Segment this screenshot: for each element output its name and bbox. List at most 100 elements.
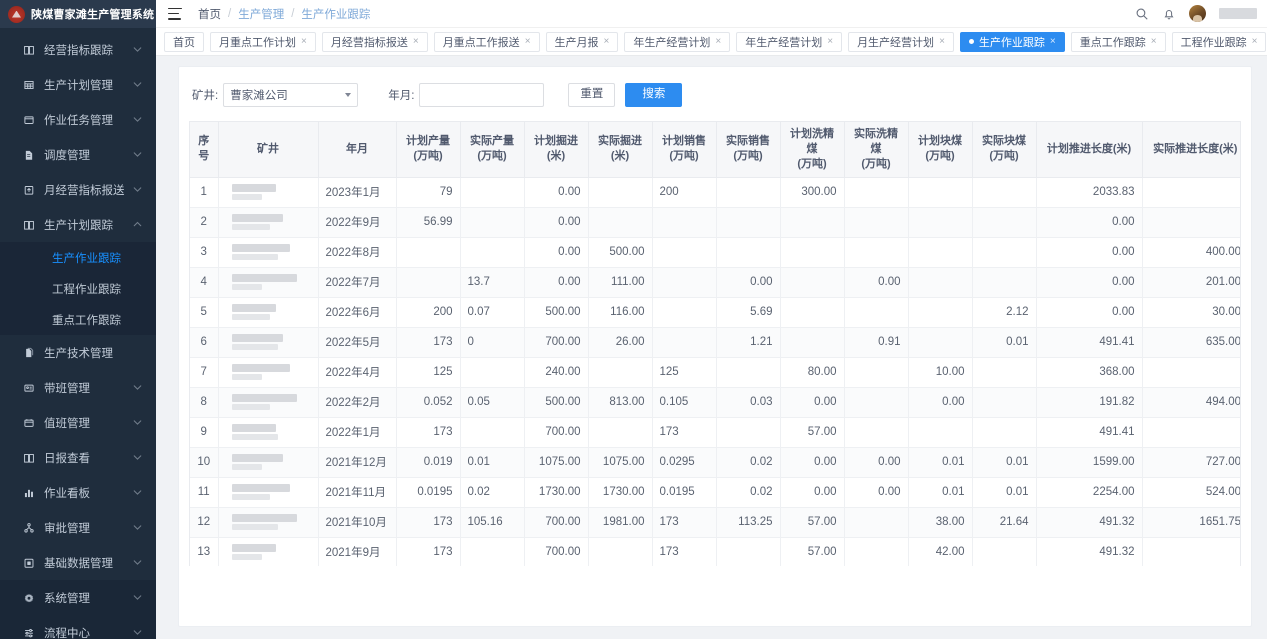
tab-月生产经营计划[interactable]: 月生产经营计划 × [848,31,954,52]
cell-c2: 0 [460,327,525,358]
cell-year-month[interactable]: 2022年5月 [318,327,397,358]
sidebar-item-调度管理[interactable]: 调度管理 [0,137,156,172]
book-icon [22,43,35,56]
cell-c12 [1142,417,1240,448]
search-icon[interactable] [1135,7,1149,21]
tab-生产月报[interactable]: 生产月报 × [545,31,619,52]
table-row[interactable]: 9 2022年1月 173 700.00 173 57.00 491.41 [190,417,1240,448]
table-row[interactable]: 4 2022年7月 13.7 0.00 111.00 0.00 0.00 0.00 201.00 [190,267,1240,298]
tab-年生产经营计划[interactable]: 年生产经营计划 × [736,31,843,52]
cell-c2: 0.07 [460,297,525,328]
cell-c7: 0.00 [780,387,845,418]
cell-year-month[interactable]: 2021年9月 [318,537,397,566]
cell-mine-redacted [218,417,319,448]
sidebar-item-审批管理[interactable]: 审批管理 [0,510,156,545]
close-icon[interactable]: × [525,36,531,47]
sidebar-subitem-生产作业跟踪[interactable]: 生产作业跟踪 [0,242,156,273]
cell-c11: 1599.00 [1036,447,1143,478]
table-row[interactable]: 5 2022年6月 200 0.07 500.00 116.00 5.69 2.12 0.00 3… [190,297,1240,328]
breadcrumb-item-current[interactable]: 生产作业跟踪 [301,6,370,22]
cell-c10 [972,357,1037,388]
table-row[interactable]: 12 2021年10月 173 105.16 700.00 1981.00 173 113.2… [190,507,1240,538]
cell-year-month[interactable]: 2022年8月 [318,237,397,268]
tab-首页[interactable]: 首页 [164,31,204,52]
mine-select[interactable]: 曹家滩公司 [223,83,359,107]
cell-year-month[interactable]: 2022年9月 [318,207,397,238]
reset-button[interactable]: 重置 [568,83,616,107]
close-icon[interactable]: × [939,36,945,47]
cell-c9: 42.00 [908,537,973,566]
close-icon[interactable]: × [715,36,721,47]
sidebar-item-生产技术管理[interactable]: 生产技术管理 [0,335,156,370]
tab-月重点工作计划[interactable]: 月重点工作计划 × [210,31,316,52]
table-row[interactable]: 8 2022年2月 0.052 0.05 500.00 813.00 0.105 0.03 0.… [190,387,1240,418]
bell-icon[interactable] [1162,7,1176,21]
cell-year-month[interactable]: 2023年1月 [318,177,397,208]
table-row[interactable]: 7 2022年4月 125 240.00 125 80.00 10.00 368.00 [190,357,1240,388]
sidebar-item-生产计划管理[interactable]: 生产计划管理 [0,67,156,102]
sidebar-subitem-工程作业跟踪[interactable]: 工程作业跟踪 [0,273,156,304]
sidebar-item-流程中心[interactable]: 流程中心 [0,615,156,639]
tab-生产作业跟踪-active[interactable]: 生产作业跟踪 × [959,31,1065,52]
sidebar-item-带班管理[interactable]: 带班管理 [0,370,156,405]
cell-year-month[interactable]: 2021年11月 [318,477,397,508]
cell-c4 [588,357,653,388]
bar-chart-icon [22,486,35,499]
production-tracking-table: 序号 矿井 年月 计划产量 (万吨) 实际产量 (万吨) 计划掘进 (米) 实际掘进 (米) 计划销售… [190,122,1240,566]
cell-c4: 116.00 [588,297,653,328]
table-row[interactable]: 13 2021年9月 173 700.00 173 57.00 42.00 491.32 [190,537,1240,566]
cell-year-month[interactable]: 2022年6月 [318,297,397,328]
tab-label: 月生产经营计划 [857,36,935,49]
close-icon[interactable]: × [1252,36,1258,47]
close-icon[interactable]: × [413,36,419,47]
cell-year-month[interactable]: 2022年1月 [318,417,397,448]
sidebar-item-月经营指标报送[interactable]: 月经营指标报送 [0,172,156,207]
sidebar-item-作业看板[interactable]: 作业看板 [0,475,156,510]
close-icon[interactable]: × [1151,36,1157,47]
tab-月经营指标报送[interactable]: 月经营指标报送 × [321,31,428,52]
tab-重点工作跟踪[interactable]: 重点工作跟踪 × [1070,31,1166,52]
cell-year-month[interactable]: 2021年10月 [318,507,397,538]
table-row[interactable]: 2 2022年9月 56.99 0.00 0.00 [190,207,1240,238]
month-input[interactable] [419,83,545,107]
cell-c4 [588,177,653,208]
cell-year-month[interactable]: 2022年4月 [318,357,397,388]
cell-c6 [716,207,781,238]
table-row[interactable]: 1 2023年1月 79 0.00 200 300.00 2033.83 [190,177,1240,208]
table-row[interactable]: 3 2022年8月 0.00 500.00 0.00 400.00 [190,237,1240,268]
tab-年生产经营计划[interactable]: 年生产经营计划 × [624,31,731,52]
close-icon[interactable]: × [604,36,610,47]
sidebar-subitem-重点工作跟踪[interactable]: 重点工作跟踪 [0,304,156,335]
table-row[interactable]: 11 2021年11月 0.0195 0.02 1730.00 1730.00 0.0195… [190,477,1240,508]
chevron-down-icon [133,45,142,54]
table-row[interactable]: 6 2022年5月 173 0 700.00 26.00 1.21 0.91 0.01 491.4… [190,327,1240,358]
close-icon[interactable]: × [301,36,307,47]
table-row[interactable]: 10 2021年12月 0.019 0.01 1075.00 1075.00 0.0295 0… [190,447,1240,478]
breadcrumb-item-production[interactable]: 生产管理 [238,6,284,22]
cell-year-month[interactable]: 2022年2月 [318,387,397,418]
sidebar-item-经营指标跟踪[interactable]: 经营指标跟踪 [0,32,156,67]
sidebar-item-日报查看[interactable]: 日报查看 [0,440,156,475]
tab-月重点工作报送[interactable]: 月重点工作报送 × [433,31,540,52]
close-icon[interactable]: × [827,36,833,47]
cell-c4: 500.00 [588,237,653,268]
cell-year-month[interactable]: 2022年7月 [318,267,397,298]
cell-year-month[interactable]: 2021年12月 [318,447,397,478]
breadcrumb-item-home[interactable]: 首页 [198,6,221,22]
cell-c7: 57.00 [780,417,845,448]
hamburger-icon[interactable] [168,7,182,20]
search-button[interactable]: 搜索 [625,83,683,107]
sidebar-item-生产计划跟踪[interactable]: 生产计划跟踪 [0,207,156,242]
tab-工程作业跟踪[interactable]: 工程作业跟踪 × [1171,31,1267,52]
sidebar-item-系统管理[interactable]: 系统管理 [0,580,156,615]
sidebar-item-作业任务管理[interactable]: 作业任务管理 [0,102,156,137]
sidebar-item-label: 值班管理 [44,417,90,430]
close-icon[interactable]: × [1050,36,1056,47]
sidebar-item-值班管理[interactable]: 值班管理 [0,405,156,440]
avatar[interactable] [1189,5,1206,22]
column-header-c11: 计划推进长度(米) [1036,122,1143,178]
cell-c4: 1075.00 [588,447,653,478]
sidebar-item-基础数据管理[interactable]: 基础数据管理 [0,545,156,580]
cell-c5 [652,237,717,268]
cell-c3: 0.00 [524,237,589,268]
